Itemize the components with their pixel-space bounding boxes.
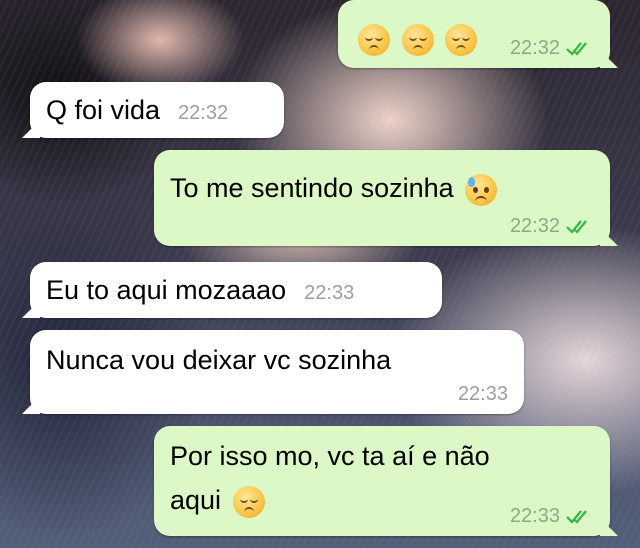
double-check-read-icon [566,42,587,56]
message-meta: 22:33 [510,504,594,528]
message-text-line: Por isso mo, vc ta aí e não [170,441,490,471]
incoming-message-bubble[interactable]: Nunca vou deixar vc sozinha 22:33 [30,330,524,414]
outgoing-message-bubble[interactable]: To me sentindo sozinha 22:32 [154,150,610,246]
double-check-read-icon [566,220,587,234]
message-text: To me sentindo sozinha [170,173,454,203]
message-meta: 22:32 [510,36,594,60]
double-check-read-icon [566,510,587,524]
incoming-message-bubble[interactable]: Q foi vida 22:32 [30,82,284,138]
message-text: Nunca vou deixar vc sozinha [46,345,392,375]
message-time: 22:33 [304,282,355,304]
message-text: Eu to aqui mozaaao [46,275,287,305]
message-time: 22:33 [509,505,560,527]
message-time: 22:32 [178,102,229,124]
outgoing-message-bubble[interactable]: 22:32 [338,0,610,68]
pensive-face-emoji [358,23,390,56]
message-time: 22:32 [509,215,560,237]
disappointed-relieved-face-emoji [465,173,498,206]
pensive-face-emoji [232,485,265,518]
message-meta: 22:32 [510,214,594,238]
pensive-face-emoji [445,23,478,56]
message-text: Q foi vida [46,95,161,125]
incoming-message-bubble[interactable]: Eu to aqui mozaaao 22:33 [30,262,442,318]
message-meta: 22:33 [458,382,508,406]
message-text-line: aqui [170,485,222,515]
message-time: 22:33 [457,383,508,405]
outgoing-message-bubble[interactable]: Por isso mo, vc ta aí e não aqui 22:33 [154,426,610,536]
message-time: 22:32 [509,37,560,59]
pensive-face-emoji [401,23,434,56]
